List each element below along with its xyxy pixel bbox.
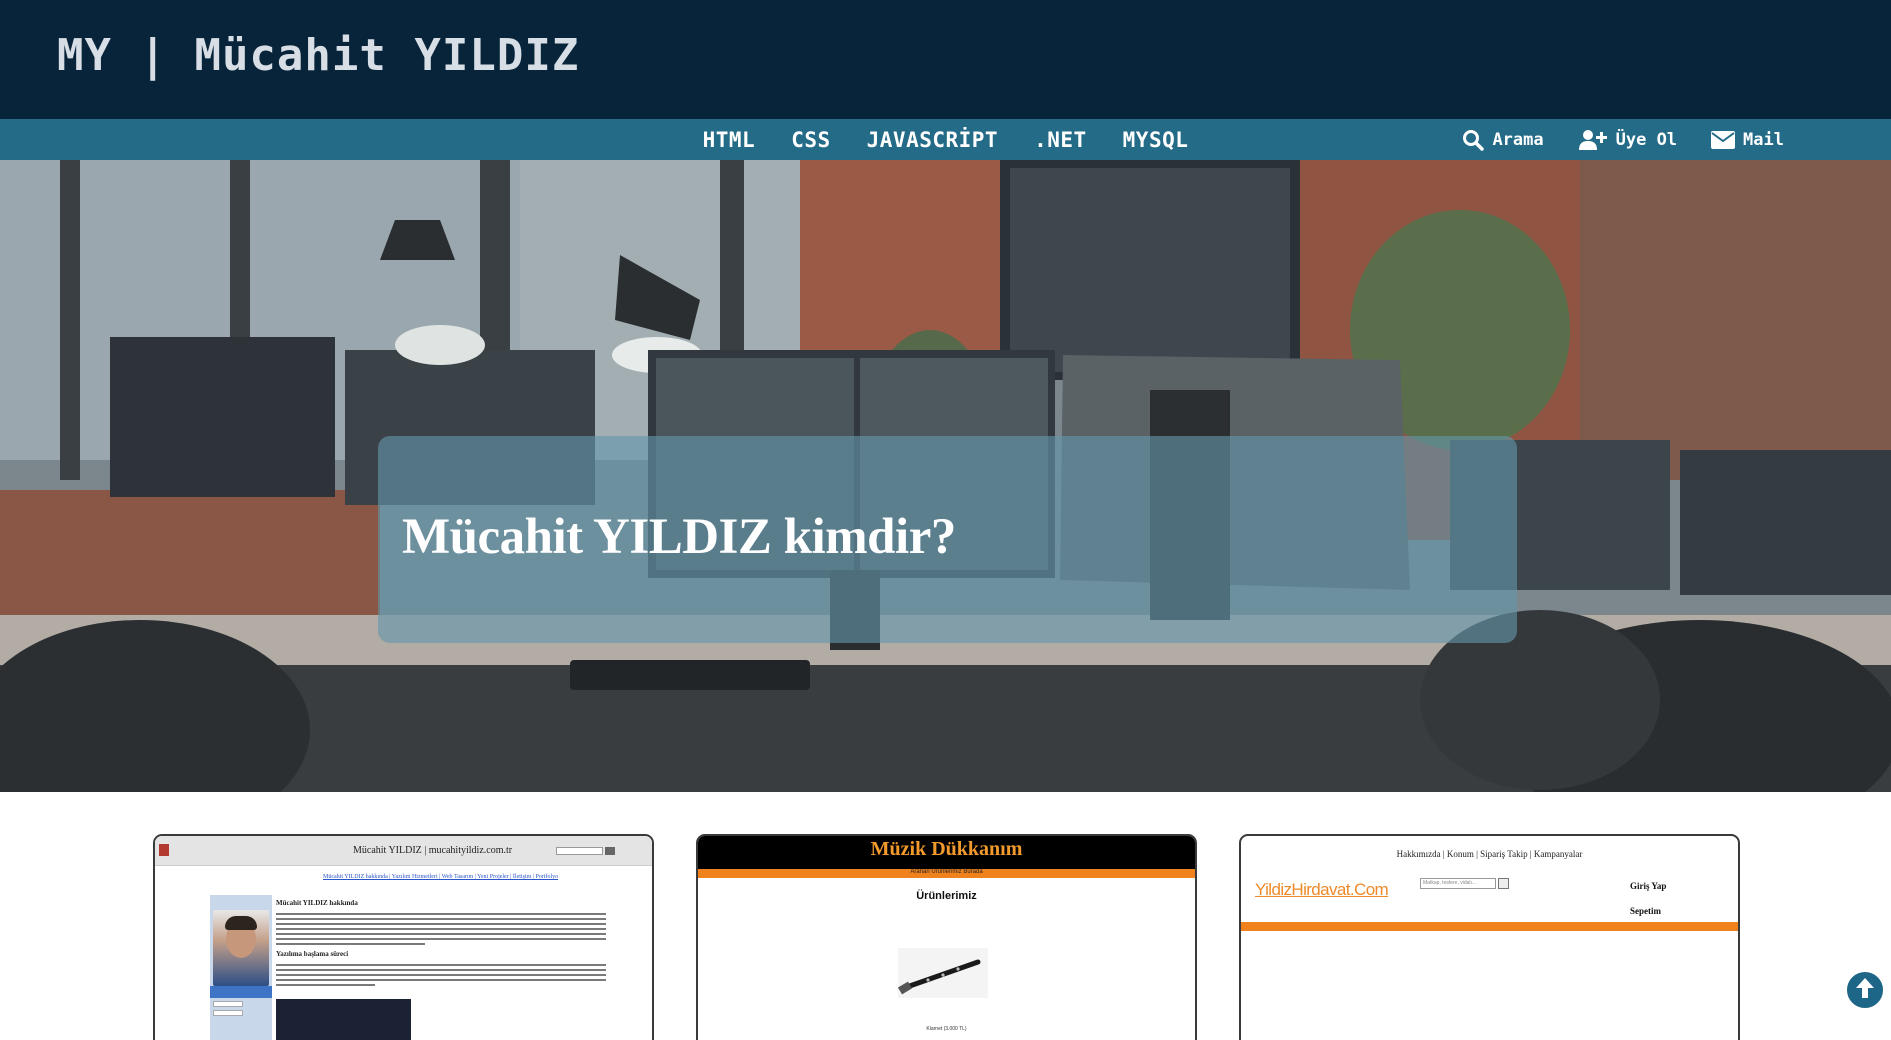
preview-heading: Yazılıma başlama süreci bbox=[276, 950, 349, 958]
signup-link[interactable]: Üye Ol bbox=[1578, 129, 1677, 151]
nav-actions: Arama Üye Ol Mail bbox=[1462, 119, 1784, 160]
project-card-hardware-store[interactable]: Hakkımızda | Konum | Sipariş Takip | Kam… bbox=[1239, 834, 1740, 1040]
home-icon bbox=[159, 844, 169, 856]
signup-link-label: Üye Ol bbox=[1615, 129, 1678, 150]
preview-heading: Mücahit YILDIZ hakkında bbox=[276, 899, 358, 907]
hero-title: Mücahit YILDIZ kimdir? bbox=[402, 509, 956, 565]
hero-caption-box: Mücahit YILDIZ kimdir? bbox=[378, 436, 1517, 643]
scroll-to-top-button[interactable] bbox=[1845, 970, 1885, 1010]
project-card-portfolio[interactable]: Mücahit YILDIZ | mucahityildiz.com.tr Mü… bbox=[153, 834, 654, 1040]
preview-search-field: Matkap, testere, vidalı... bbox=[1420, 878, 1496, 889]
preview-paragraph bbox=[276, 913, 606, 948]
preview-cart-link: Sepetim bbox=[1630, 906, 1661, 916]
preview-image bbox=[276, 999, 411, 1040]
hero-banner: Mücahit YILDIZ kimdir? bbox=[0, 160, 1891, 792]
search-link[interactable]: Arama bbox=[1462, 129, 1544, 151]
preview-accent-bar bbox=[1241, 922, 1738, 931]
site-header: MY | Mücahit YILDIZ bbox=[0, 0, 1891, 119]
preview-login-link: Giriş Yap bbox=[1630, 881, 1667, 891]
profile-photo bbox=[213, 910, 269, 986]
preview-section-title: Ürünlerimiz bbox=[916, 890, 977, 902]
preview-logo: YildizHirdavat.Com bbox=[1255, 880, 1389, 899]
arrow-up-icon bbox=[1854, 976, 1876, 1004]
clarinet-image bbox=[898, 948, 988, 998]
mail-link-label: Mail bbox=[1743, 129, 1784, 150]
preview-subtitle: Aranan Ürünlerimiz Burada bbox=[910, 869, 983, 875]
preview-search-field bbox=[556, 847, 603, 855]
project-card-music-shop[interactable]: Müzik Dükkanım Aranan Ürünlerimiz Burada… bbox=[696, 834, 1197, 1040]
preview-price: Klarnet (3.000 TL) bbox=[926, 1026, 967, 1032]
profile-hair bbox=[225, 916, 257, 930]
main-nav: HTML CSS JAVASCRİPT .NET MYSQL Arama Üye… bbox=[0, 119, 1891, 160]
nav-link-dotnet[interactable]: .NET bbox=[1034, 128, 1087, 152]
search-icon bbox=[1462, 129, 1485, 151]
preview-sidebar-field bbox=[213, 1001, 243, 1007]
preview-title: Müzik Dükkanım bbox=[870, 838, 1023, 860]
preview-nav-links: Mücahit YILDIZ hakkında | Yazılım Hizmet… bbox=[323, 874, 559, 880]
user-plus-icon bbox=[1578, 129, 1608, 151]
mail-icon bbox=[1711, 130, 1736, 149]
preview-search-button bbox=[605, 847, 615, 855]
preview-title: Mücahit YILDIZ | mucahityildiz.com.tr bbox=[353, 845, 513, 856]
nav-link-html[interactable]: HTML bbox=[703, 128, 756, 152]
search-link-label: Arama bbox=[1492, 129, 1544, 150]
preview-top-links: Hakkımızda | Konum | Sipariş Takip | Kam… bbox=[1396, 849, 1583, 859]
preview-search-button bbox=[1498, 878, 1509, 889]
preview-paragraph bbox=[276, 964, 606, 989]
brand-logo[interactable]: MY | Mücahit YILDIZ bbox=[57, 30, 579, 81]
preview-sidebar-field bbox=[213, 1010, 243, 1016]
nav-link-css[interactable]: CSS bbox=[791, 128, 830, 152]
nav-link-javascript[interactable]: JAVASCRİPT bbox=[867, 128, 998, 152]
preview-header-bar: Mücahit YILDIZ | mucahityildiz.com.tr bbox=[155, 836, 652, 866]
preview-sidebar-accent bbox=[210, 986, 272, 998]
mail-link[interactable]: Mail bbox=[1711, 130, 1784, 150]
nav-link-mysql[interactable]: MYSQL bbox=[1123, 128, 1189, 152]
